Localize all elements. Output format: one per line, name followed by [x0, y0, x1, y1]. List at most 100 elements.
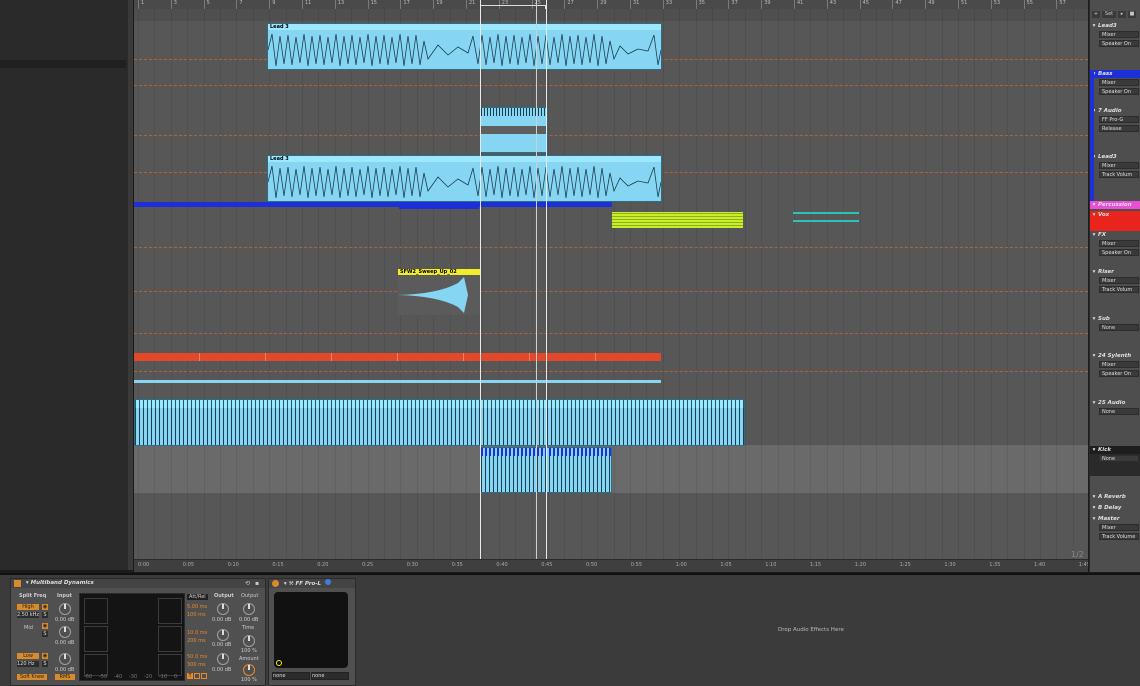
- track-lane-bass[interactable]: [134, 71, 1088, 106]
- browser-panel[interactable]: [0, 0, 128, 570]
- band-display[interactable]: -60 -50 -40 -30 -20 -10 0: [79, 593, 185, 681]
- automation-chooser[interactable]: Track Volum: [1099, 171, 1139, 178]
- automation-chooser[interactable]: Mixer: [1099, 31, 1139, 38]
- low-solo-button[interactable]: ◉: [42, 653, 48, 659]
- track-name[interactable]: ▾ Kick: [1090, 446, 1140, 454]
- fold-icon[interactable]: ▾: [1090, 493, 1098, 501]
- audio-clip-7audio[interactable]: [480, 107, 548, 153]
- track-header[interactable]: ▾ Vox: [1090, 211, 1140, 231]
- output-high-knob[interactable]: [217, 603, 229, 615]
- input-low-knob[interactable]: [59, 653, 71, 665]
- t-button[interactable]: T: [187, 673, 193, 679]
- audio-clip-25audio[interactable]: [134, 399, 745, 446]
- automation-chooser[interactable]: Mixer: [1099, 79, 1139, 86]
- automation-line[interactable]: [134, 85, 1088, 86]
- automation-line[interactable]: [134, 291, 1088, 292]
- track-name[interactable]: ▾ 24 Sylenth: [1090, 352, 1140, 360]
- midi-clip-teal[interactable]: [793, 212, 859, 214]
- high-release[interactable]: 100 ms: [187, 612, 206, 618]
- low-attack[interactable]: 50.0 ms: [187, 654, 207, 660]
- time-ruler[interactable]: 0:00 0:05 0:10 0:15 0:20 0:25 0:30 0:35 0:40 0:45…: [134, 559, 1088, 572]
- device-title-bar[interactable]: ▾ Multiband Dynamics: [11, 579, 265, 588]
- param-select-2[interactable]: none: [311, 672, 349, 680]
- loop-start-marker[interactable]: [480, 0, 481, 560]
- automation-line[interactable]: [134, 333, 1088, 334]
- mid-attack[interactable]: 10.0 ms: [187, 630, 207, 636]
- device-view[interactable]: ▾ Multiband Dynamics ⟲ ▪ Split Freq Inpu…: [0, 573, 1140, 686]
- next-locator-button[interactable]: ▸: [1118, 11, 1126, 18]
- add-locator-button[interactable]: +: [1092, 11, 1100, 18]
- output-knob[interactable]: [243, 603, 255, 615]
- automation-chooser[interactable]: Mixer: [1099, 277, 1139, 284]
- playhead[interactable]: [536, 0, 537, 560]
- fold-icon[interactable]: ▾: [1090, 315, 1098, 323]
- param-select-1[interactable]: none: [272, 672, 310, 680]
- input-mid-knob[interactable]: [59, 626, 71, 638]
- automation-chooser[interactable]: FF Pro-G: [1099, 116, 1139, 123]
- automation-line[interactable]: [134, 247, 1088, 248]
- midi-clip-lime[interactable]: [612, 212, 743, 228]
- track-lane-master[interactable]: [134, 515, 1088, 560]
- loop-button[interactable]: ■: [1128, 11, 1136, 18]
- midi-clip-blue-sub[interactable]: [399, 207, 479, 209]
- track-name[interactable]: ▾Bass: [1090, 70, 1140, 78]
- automation-line[interactable]: [134, 371, 1088, 372]
- set-button[interactable]: Set: [1102, 11, 1116, 18]
- track-header-column[interactable]: + Set ▸ ■ ▾Lead3MixerSpeaker On▾BassMixe…: [1089, 0, 1140, 572]
- automation-chooser[interactable]: Release: [1099, 125, 1139, 132]
- input-high-knob[interactable]: [59, 603, 71, 615]
- automation-chooser[interactable]: Mixer: [1099, 162, 1139, 169]
- track-name[interactable]: ▾Lead3: [1090, 22, 1140, 30]
- midi-clip-orange[interactable]: [134, 353, 661, 361]
- track-name[interactable]: ▾ Riser: [1090, 268, 1140, 276]
- automation-chooser[interactable]: Speaker On: [1099, 88, 1139, 95]
- plugin-display[interactable]: [274, 592, 348, 668]
- track-name[interactable]: ▾ Vox: [1090, 211, 1140, 219]
- automation-chooser[interactable]: Mixer: [1099, 524, 1139, 531]
- high-freq-field[interactable]: 2.50 kHz: [17, 612, 39, 618]
- amount-knob[interactable]: [243, 664, 255, 676]
- fold-icon[interactable]: ▾: [1090, 399, 1098, 407]
- audio-clip-lead3b[interactable]: Lead 3: [267, 155, 662, 202]
- automation-chooser[interactable]: None: [1099, 324, 1139, 331]
- automation-chooser[interactable]: Speaker On: [1099, 370, 1139, 377]
- track-name[interactable]: ▾ Master: [1090, 515, 1140, 523]
- browser-selected-row[interactable]: [0, 60, 126, 68]
- device-on-icon[interactable]: [272, 580, 279, 587]
- fold-icon[interactable]: ▾: [1090, 268, 1098, 276]
- automation-chooser[interactable]: None: [1099, 408, 1139, 415]
- track-name[interactable]: ▾ 25 Audio: [1090, 399, 1140, 407]
- fold-icon[interactable]: ▾: [1090, 352, 1098, 360]
- audio-clip-lead3[interactable]: Lead 3: [267, 23, 662, 70]
- low-band-button[interactable]: Low: [17, 653, 39, 659]
- automation-chooser[interactable]: Track Volume: [1099, 533, 1139, 540]
- output-low-knob[interactable]: [217, 653, 229, 665]
- att-rel-label[interactable]: Att/Rel: [187, 594, 208, 600]
- midi-clip-teal[interactable]: [793, 220, 859, 222]
- automation-chooser[interactable]: Speaker On: [1099, 40, 1139, 47]
- fold-icon[interactable]: ▾: [1090, 201, 1098, 209]
- high-solo-button[interactable]: ◉: [42, 604, 48, 610]
- high-band-button[interactable]: High: [17, 604, 39, 610]
- automation-chooser[interactable]: Track Volum: [1099, 286, 1139, 293]
- hot-swap-icon[interactable]: ⟲: [245, 580, 250, 587]
- rms-button[interactable]: RMS: [55, 674, 75, 680]
- track-name[interactable]: ▾ A Reverb: [1090, 493, 1140, 501]
- track-header[interactable]: ▾ Kick None: [1090, 446, 1140, 476]
- mid-s-button[interactable]: S: [42, 631, 48, 637]
- track-lane-fx[interactable]: [134, 231, 1088, 268]
- b-button[interactable]: [194, 673, 200, 679]
- device-title-bar[interactable]: ▾ ⚒ FF Pro-L: [269, 579, 355, 588]
- fold-icon[interactable]: ▾: [1090, 515, 1098, 523]
- high-attack[interactable]: 5.00 ms: [187, 604, 207, 610]
- arrangement-view[interactable]: 1 3 5 7 9 11 13 15 17 19 21 23 25 27 29 31 33 35 37 39 41 43 4…: [134, 0, 1088, 572]
- high-s-button[interactable]: S: [42, 612, 48, 618]
- low-s-button[interactable]: S: [42, 661, 48, 667]
- audio-clip-sweep[interactable]: SFW2_Sweep_Up_02: [398, 269, 480, 315]
- fold-icon[interactable]: ▾: [1090, 231, 1098, 239]
- device-on-icon[interactable]: [14, 580, 21, 587]
- fold-icon[interactable]: ▾: [1090, 446, 1098, 454]
- low-freq-field[interactable]: 120 Hz: [17, 661, 39, 667]
- low-release[interactable]: 300 ms: [187, 662, 206, 668]
- device-ff-pro-l[interactable]: ▾ ⚒ FF Pro-L none none: [268, 578, 356, 686]
